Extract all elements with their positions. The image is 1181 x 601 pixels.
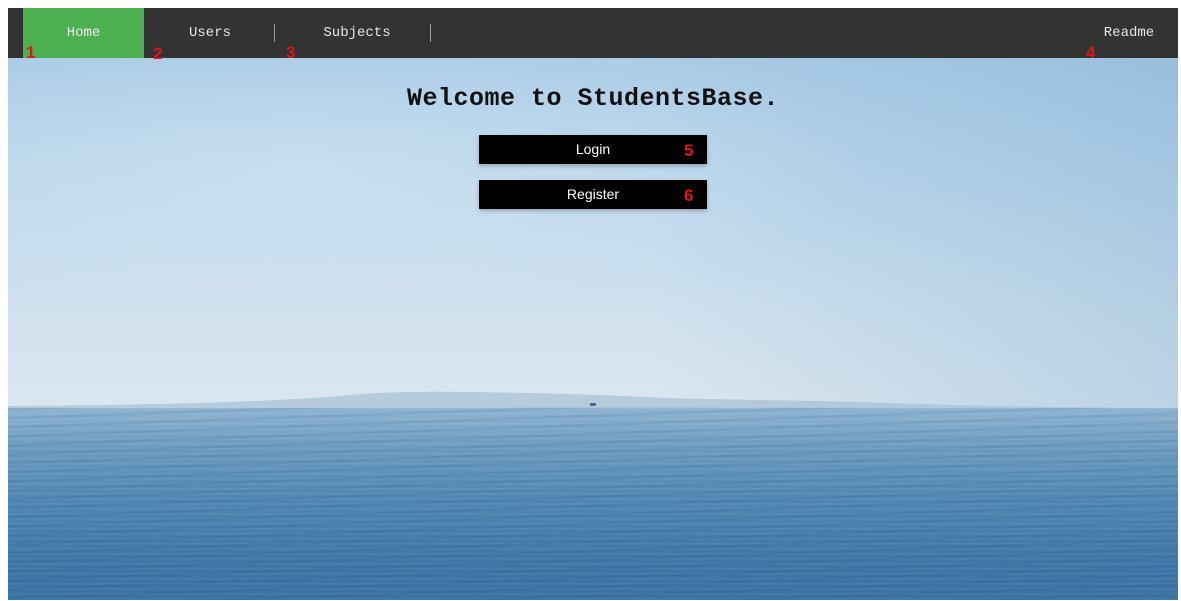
annotation-marker-5: 5 [684,141,694,160]
distant-hills [8,391,1178,412]
annotation-marker-1: 1 [26,43,36,62]
welcome-heading: Welcome to StudentsBase. [406,84,780,113]
annotation-marker-2: 2 [153,44,163,63]
nav-tab-home[interactable]: Home [23,8,144,58]
register-button[interactable]: Register [479,180,707,209]
login-button[interactable]: Login [479,135,707,164]
annotation-marker-6: 6 [684,186,694,205]
page-frame: Home Users Subjects Readme 1 2 3 4 Welco… [8,8,1178,600]
annotation-marker-4: 4 [1086,43,1096,62]
annotation-marker-3: 3 [286,43,296,62]
register-button-label: Register [566,186,620,202]
nav-separator [274,24,275,42]
distant-boat [590,403,596,406]
nav-tab-users[interactable]: Users [150,8,270,58]
login-button-label: Login [575,141,611,157]
sea-area [8,408,1178,600]
nav-separator [430,24,431,42]
nav-tab-subjects[interactable]: Subjects [283,8,431,58]
top-navbar: Home Users Subjects Readme [8,8,1178,58]
